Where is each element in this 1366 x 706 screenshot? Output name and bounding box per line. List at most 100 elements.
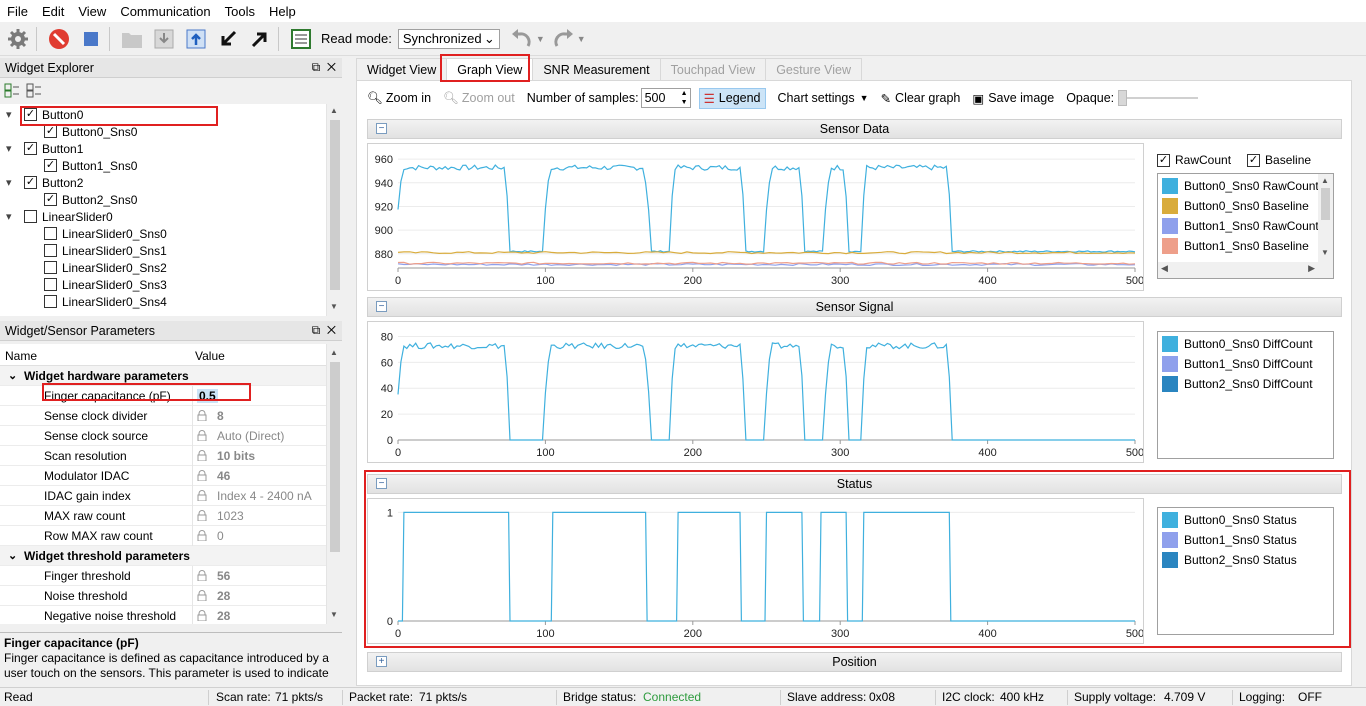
upload-icon[interactable]: [182, 25, 210, 53]
param-row[interactable]: Sense clock divider 8: [0, 405, 326, 426]
tree-item[interactable]: LinearSlider0_Sns2: [44, 259, 167, 276]
param-row[interactable]: Scan resolution 10 bits: [0, 445, 326, 466]
legend-hscrollbar[interactable]: ◀ ▶: [1158, 262, 1333, 278]
tree-checkbox[interactable]: ✓: [44, 125, 57, 138]
spin-arrows-icon[interactable]: ▲ ▼: [681, 89, 688, 107]
param-row[interactable]: Row MAX raw count 0: [0, 525, 326, 546]
tree-item[interactable]: ✓ Button1_Sns0: [44, 157, 137, 174]
menu-help[interactable]: Help: [262, 4, 303, 19]
tree-checkbox[interactable]: [24, 210, 37, 223]
logging-label: Logging:: [1239, 690, 1286, 704]
position-bar[interactable]: + Position: [367, 652, 1342, 672]
expand-chevron-icon[interactable]: ▾: [6, 210, 18, 223]
param-row[interactable]: MAX raw count 1023: [0, 505, 326, 526]
legend-item[interactable]: Button1_Sns0 DiffCount: [1158, 354, 1333, 374]
expand-chevron-icon[interactable]: ▾: [6, 142, 18, 155]
menu-tools[interactable]: Tools: [218, 4, 262, 19]
legend-item[interactable]: Button0_Sns0 RawCount: [1158, 176, 1333, 196]
tree-checkbox[interactable]: ✓: [44, 159, 57, 172]
param-group[interactable]: ⌄ Widget threshold parameters: [0, 546, 326, 566]
param-row[interactable]: Sense clock source Auto (Direct): [0, 425, 326, 446]
tree-item[interactable]: LinearSlider0_Sns0: [44, 225, 167, 242]
tree-item[interactable]: LinearSlider0_Sns3: [44, 276, 167, 293]
sensor-data-legend: Button0_Sns0 RawCount Button0_Sns0 Baseli…: [1157, 173, 1334, 279]
check-all-icon[interactable]: [4, 82, 20, 98]
uncheck-all-icon[interactable]: [26, 82, 42, 98]
tree-checkbox[interactable]: [44, 244, 57, 257]
menu-communication[interactable]: Communication: [113, 4, 217, 19]
tab-snr-measurement[interactable]: SNR Measurement: [532, 58, 661, 80]
legend-item[interactable]: Button2_Sns0 DiffCount: [1158, 374, 1333, 394]
param-row[interactable]: Finger threshold 56: [0, 565, 326, 586]
tree-checkbox[interactable]: [44, 278, 57, 291]
expand-chevron-icon[interactable]: ▾: [6, 176, 18, 189]
dock-close-icon[interactable]: ⧉ ✕: [312, 323, 336, 338]
tree-checkbox[interactable]: ✓: [24, 142, 37, 155]
menu-file[interactable]: File: [0, 4, 35, 19]
tab-widget-view[interactable]: Widget View: [356, 58, 448, 80]
import-icon[interactable]: [214, 25, 242, 53]
menu-view[interactable]: View: [71, 4, 113, 19]
tree-checkbox[interactable]: [44, 295, 57, 308]
collapse-icon[interactable]: −: [376, 123, 387, 134]
undo-icon[interactable]: [508, 25, 536, 53]
baseline-checkbox[interactable]: ✓: [1247, 153, 1261, 167]
expand-icon[interactable]: +: [376, 656, 387, 667]
clear-graph-button[interactable]: ✎ Clear graph: [881, 91, 961, 106]
sensor-data-bar[interactable]: − Sensor Data: [367, 119, 1342, 139]
zoom-out-button[interactable]: 🔍︎ Zoom out: [443, 91, 515, 106]
tree-item-label: LinearSlider0_Sns2: [62, 260, 167, 275]
legend-item[interactable]: Button0_Sns0 DiffCount: [1158, 334, 1333, 354]
y-tick-label: 20: [381, 409, 393, 421]
tree-scrollbar[interactable]: ▲ ▼: [326, 104, 342, 316]
redo-icon[interactable]: [549, 25, 577, 53]
tree-item[interactable]: ✓ Button2_Sns0: [44, 191, 137, 208]
tree-item[interactable]: LinearSlider0_Sns1: [44, 242, 167, 259]
legend-scrollbar[interactable]: ▲ ▼: [1318, 174, 1333, 262]
tree-checkbox[interactable]: ✓: [24, 176, 37, 189]
menu-edit[interactable]: Edit: [35, 4, 71, 19]
read-mode-label: Read mode:: [321, 31, 392, 46]
param-row[interactable]: Negative noise threshold 28: [0, 605, 326, 624]
rawcount-checkbox[interactable]: ✓: [1157, 153, 1170, 167]
legend-item[interactable]: Button0_Sns0 Baseline: [1158, 196, 1333, 216]
log-icon[interactable]: [287, 25, 315, 53]
settings-icon[interactable]: [4, 25, 32, 53]
disconnect-icon[interactable]: [45, 25, 73, 53]
dock-close-icon[interactable]: ⧉ ✕: [312, 60, 336, 75]
params-scrollbar[interactable]: ▲ ▼: [326, 344, 342, 624]
param-row[interactable]: IDAC gain index Index 4 - 2400 nA: [0, 485, 326, 506]
opaque-slider[interactable]: [1118, 88, 1199, 108]
tree-item[interactable]: ▾ LinearSlider0: [6, 208, 113, 225]
undo-dropdown-icon[interactable]: ▼: [536, 34, 545, 44]
collapse-icon[interactable]: −: [376, 301, 387, 312]
zoom-in-button[interactable]: 🔍︎ Zoom in: [367, 91, 431, 106]
save-image-button[interactable]: ▣ Save image: [972, 91, 1054, 106]
legend-item[interactable]: Button1_Sns0 Baseline: [1158, 236, 1333, 256]
highlight-status-section: [364, 470, 1351, 648]
chevron-down-icon[interactable]: ⌄: [8, 549, 17, 562]
tree-item[interactable]: ▾ ✓ Button2: [6, 174, 83, 191]
expand-chevron-icon[interactable]: ▾: [6, 108, 18, 121]
tree-item[interactable]: ▾ ✓ Button1: [6, 140, 83, 157]
chart-settings-button[interactable]: Chart settings ▼: [778, 91, 869, 105]
tree-checkbox[interactable]: [44, 227, 57, 240]
tree-checkbox[interactable]: ✓: [44, 193, 57, 206]
param-row[interactable]: Noise threshold 28: [0, 585, 326, 606]
tree-item[interactable]: LinearSlider0_Sns4: [44, 293, 167, 310]
read-mode-select[interactable]: Synchronized ⌄: [397, 28, 500, 49]
download-icon[interactable]: [150, 25, 178, 53]
redo-dropdown-icon[interactable]: ▼: [577, 34, 586, 44]
stop-icon[interactable]: [77, 25, 105, 53]
chevron-down-icon[interactable]: ⌄: [8, 369, 17, 382]
lock-icon: [197, 509, 207, 521]
legend-item[interactable]: Button1_Sns0 RawCount: [1158, 216, 1333, 236]
export-icon[interactable]: [246, 25, 274, 53]
param-row[interactable]: Modulator IDAC 46: [0, 465, 326, 486]
tree-checkbox[interactable]: [44, 261, 57, 274]
sensor-signal-bar[interactable]: − Sensor Signal: [367, 297, 1342, 317]
legend-toggle[interactable]: ☰ Legend: [698, 87, 766, 109]
samples-spinbox[interactable]: 500 ▲ ▼: [640, 88, 691, 108]
open-folder-icon[interactable]: [118, 25, 146, 53]
lock-icon: [197, 489, 207, 501]
